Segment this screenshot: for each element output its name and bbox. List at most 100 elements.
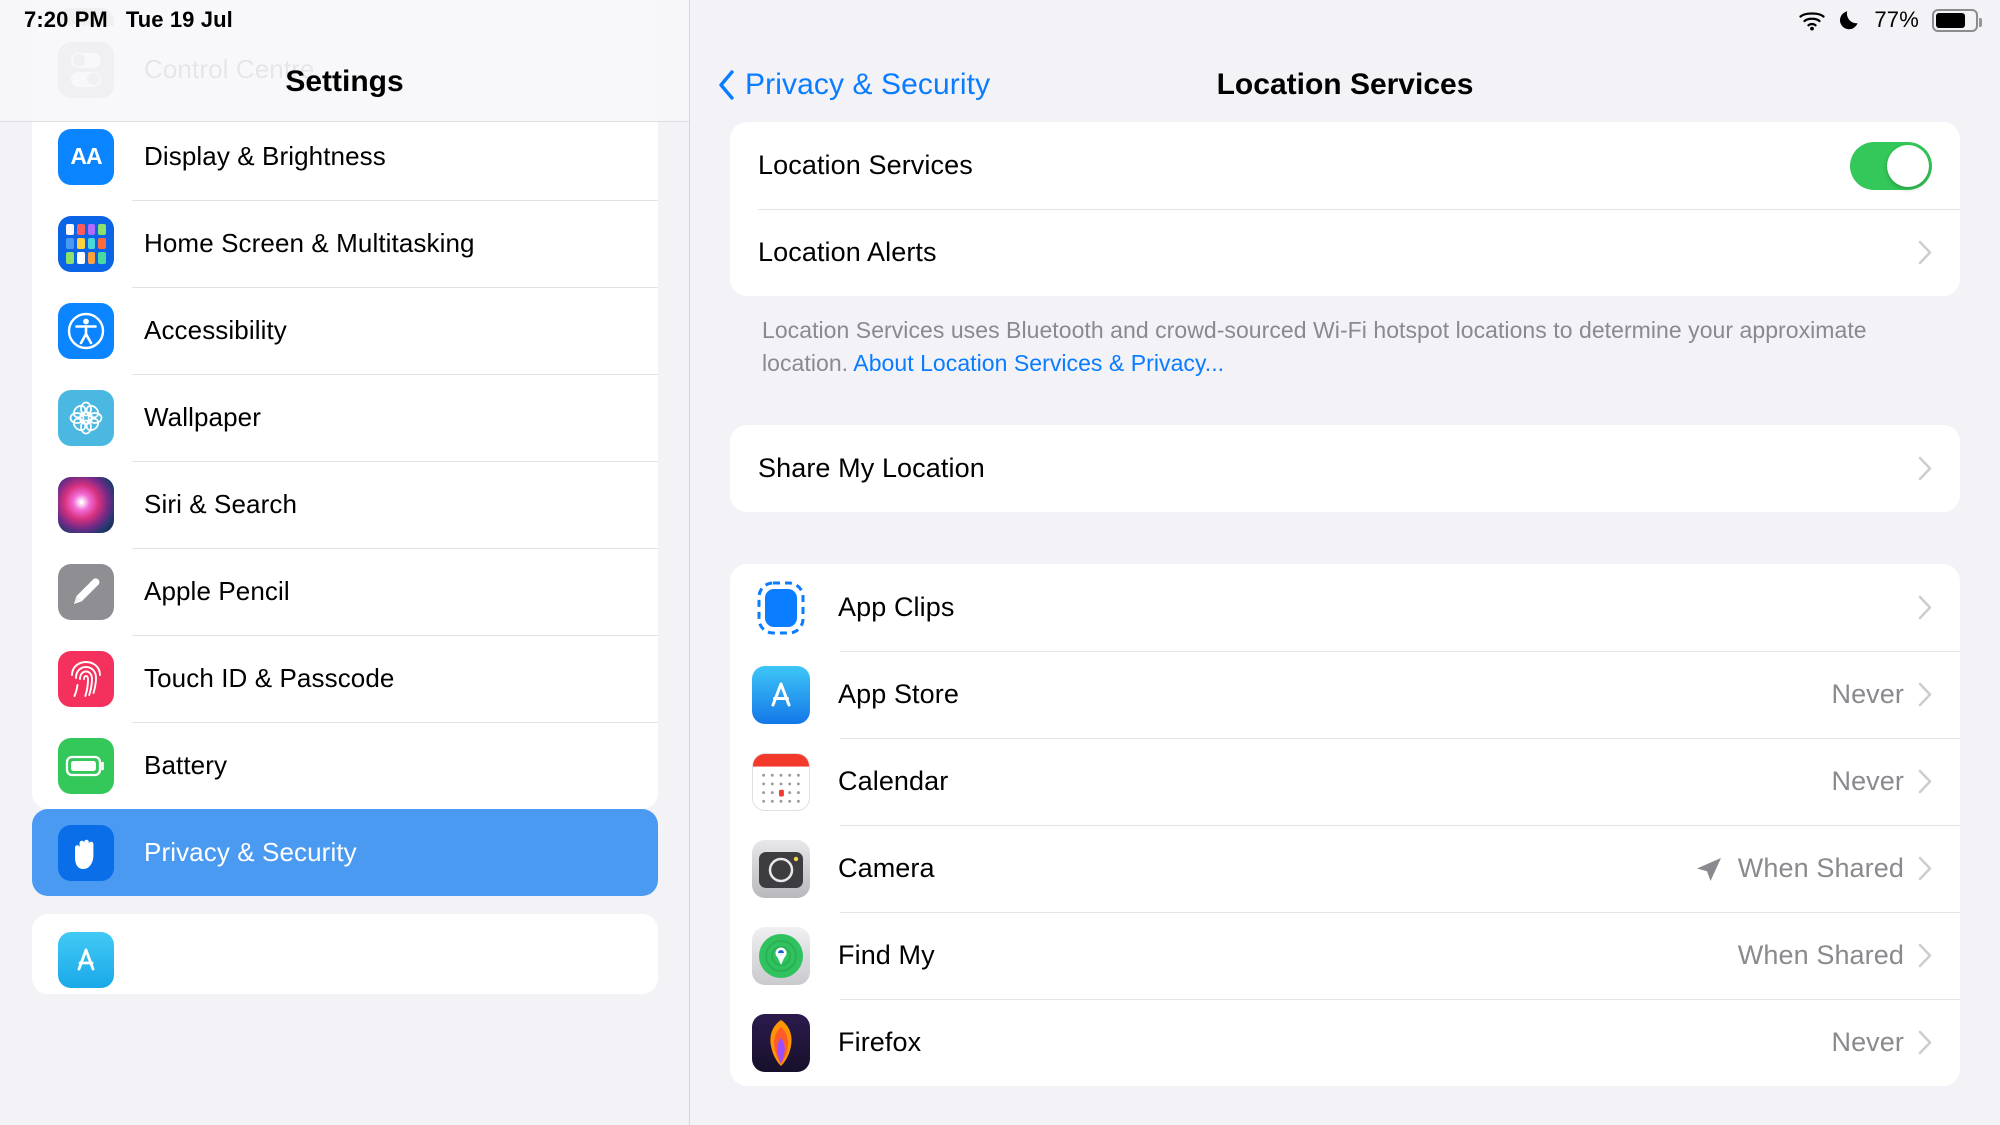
row-label: Firefox: [838, 1027, 922, 1058]
find-my-icon: [752, 926, 810, 985]
row-app-store[interactable]: App Store Never: [730, 651, 1960, 738]
row-location-services[interactable]: Location Services: [730, 122, 1960, 209]
sidebar-group-apps[interactable]: [32, 914, 658, 994]
settings-sidebar: Control Centre AA Display & Brightness: [0, 0, 690, 1125]
accessibility-icon: [58, 302, 114, 359]
back-button[interactable]: Privacy & Security: [718, 68, 990, 102]
row-app-clips[interactable]: App Clips: [730, 564, 1960, 651]
sidebar-item-battery[interactable]: Battery: [32, 722, 658, 809]
chevron-right-icon: [1918, 596, 1932, 620]
sidebar-selected-wrap: Privacy & Security: [32, 809, 658, 896]
sidebar-item-label: Display & Brightness: [144, 141, 386, 171]
divider: [758, 209, 1960, 210]
detail-body: Location Services Location Alerts Locati…: [690, 122, 2000, 1087]
row-value: Never: [1831, 679, 1904, 710]
back-label: Privacy & Security: [745, 68, 991, 101]
chevron-right-icon: [1918, 857, 1932, 881]
share-location-card: Share My Location: [730, 425, 1960, 513]
divider: [840, 651, 1960, 653]
row-control: [1904, 595, 1932, 620]
app-clips-icon: [752, 579, 810, 637]
divider: [132, 461, 658, 462]
app-store-icon: [752, 665, 810, 724]
battery-icon: [58, 737, 114, 794]
sidebar-item-siri-search[interactable]: Siri & Search: [32, 461, 658, 548]
location-services-card: Location Services Location Alerts: [730, 122, 1960, 296]
row-label: Share My Location: [758, 453, 985, 484]
sidebar-scroll-area[interactable]: Control Centre AA Display & Brightness: [0, 0, 689, 1125]
row-control: When Shared: [1694, 853, 1932, 884]
home-screen-icon: [58, 215, 114, 272]
app-store-sidebar-icon: [58, 932, 114, 988]
row-label: Calendar: [838, 766, 949, 797]
row-value: When Shared: [1737, 940, 1904, 971]
divider: [132, 548, 658, 549]
sidebar-item-label: Privacy & Security: [144, 837, 357, 867]
siri-icon: [58, 476, 114, 533]
camera-icon: [752, 839, 810, 898]
row-label: App Store: [838, 679, 959, 710]
page-title: Settings: [285, 65, 404, 98]
row-control: Never: [1831, 766, 1932, 797]
row-label: Find My: [838, 940, 935, 971]
chevron-right-icon: [1918, 240, 1932, 265]
sidebar-item-accessibility[interactable]: Accessibility: [32, 287, 658, 374]
divider: [840, 912, 1960, 914]
divider: [840, 825, 1960, 827]
row-label: App Clips: [838, 592, 955, 623]
row-location-alerts[interactable]: Location Alerts: [730, 209, 1960, 296]
row-control: [1918, 456, 1932, 481]
sidebar-item-apple-pencil[interactable]: Apple Pencil: [32, 548, 658, 635]
chevron-left-icon: [719, 70, 734, 100]
divider: [132, 200, 658, 201]
sidebar-item-label: Touch ID & Passcode: [144, 663, 395, 693]
chevron-right-icon: [1918, 944, 1932, 968]
row-control: Never: [1831, 679, 1932, 710]
detail-header: Privacy & Security Location Services: [690, 0, 2000, 122]
ipad-settings-screen: Control Centre AA Display & Brightness: [0, 0, 2000, 1125]
sidebar-item-touch-id[interactable]: Touch ID & Passcode: [32, 635, 658, 722]
sidebar-item-label: Home Screen & Multitasking: [144, 228, 475, 258]
row-calendar[interactable]: Calendar Never: [730, 738, 1960, 825]
toggle-knob: [1887, 144, 1929, 187]
row-control: Never: [1831, 1027, 1932, 1058]
row-label: Camera: [838, 853, 935, 884]
apps-permission-card: App Clips App Store Never Calendar Never…: [730, 564, 1960, 1087]
sidebar-item-label: Battery: [144, 750, 228, 780]
row-control: When Shared: [1738, 940, 1932, 971]
touch-id-icon: [58, 650, 114, 707]
location-arrow-icon: [1696, 857, 1721, 881]
divider: [132, 722, 658, 723]
sidebar-item-home-screen[interactable]: Home Screen & Multitasking: [32, 200, 658, 287]
row-find-my[interactable]: Find My When Shared: [730, 912, 1960, 999]
divider: [840, 999, 1960, 1001]
row-value: Never: [1831, 1027, 1904, 1058]
row-control: [1918, 240, 1932, 265]
row-value: When Shared: [1737, 853, 1904, 884]
divider: [132, 287, 658, 288]
row-firefox[interactable]: Firefox Never: [730, 999, 1960, 1086]
chevron-right-icon: [1918, 770, 1932, 794]
about-location-privacy-link[interactable]: About Location Services & Privacy...: [853, 350, 1224, 376]
sidebar-item-display-brightness[interactable]: AA Display & Brightness: [32, 113, 658, 200]
row-label: Location Services: [758, 150, 973, 180]
sidebar-item-label: Accessibility: [144, 315, 287, 345]
location-services-toggle[interactable]: [1850, 141, 1932, 190]
row-label: Location Alerts: [758, 237, 937, 267]
display-brightness-icon: AA: [58, 128, 114, 185]
row-camera[interactable]: Camera When Shared: [730, 825, 1960, 912]
chevron-right-icon: [1918, 457, 1932, 481]
wallpaper-icon: [58, 389, 114, 446]
sidebar-item-wallpaper[interactable]: Wallpaper: [32, 374, 658, 461]
divider: [132, 374, 658, 375]
sidebar-item-privacy-security[interactable]: Privacy & Security: [32, 809, 658, 896]
divider: [840, 738, 1960, 740]
sidebar-item-label: Wallpaper: [144, 402, 261, 432]
sidebar-header: Settings: [0, 0, 689, 122]
sidebar-group-primary: Control Centre AA Display & Brightness: [32, 26, 658, 809]
row-share-my-location[interactable]: Share My Location: [730, 425, 1960, 512]
chevron-right-icon: [1918, 683, 1932, 707]
calendar-icon: [752, 752, 810, 811]
